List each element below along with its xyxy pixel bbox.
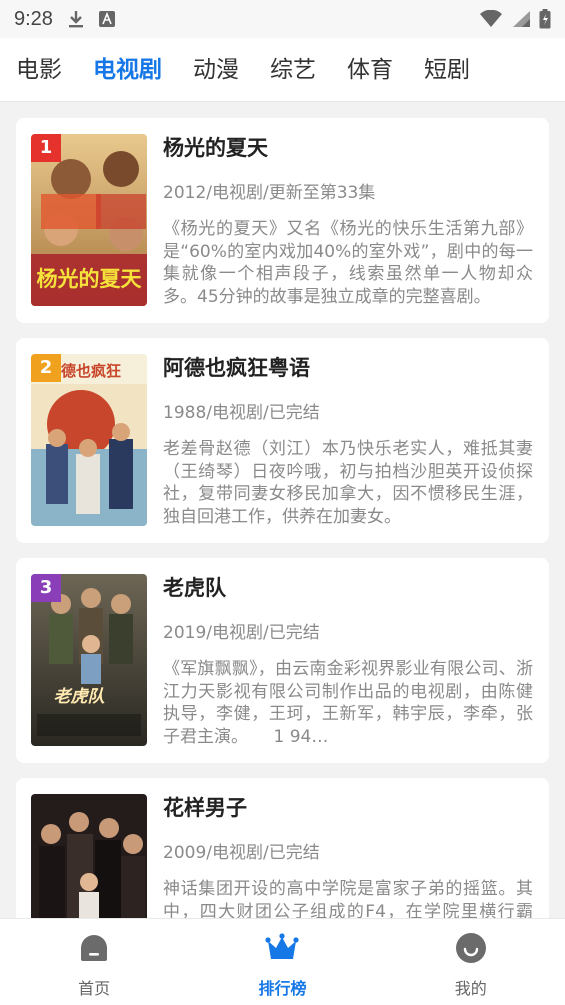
tab-short-drama[interactable]: 短剧 [424, 38, 470, 102]
wifi-icon [479, 10, 503, 28]
poster-title-text: 杨光的夏天 [37, 266, 143, 291]
poster-image: 德也疯狂 2 [31, 354, 147, 526]
nav-mine-label: 我的 [454, 979, 487, 998]
nav-ranking-label: 排行榜 [258, 979, 307, 998]
item-description: 《杨光的夏天》又名《杨光的快乐生活第九部》是“60%的室内戏加40%的室外戏”，… [163, 219, 533, 307]
item-description: 老差骨赵德（刘江）本乃快乐老实人，难抵其妻（王绮琴）日夜吟哦，初与拍档沙胆英开设… [163, 439, 533, 527]
item-title: 花样男子 [163, 796, 247, 820]
tab-variety[interactable]: 综艺 [270, 38, 316, 102]
status-time: 9:28 [14, 7, 53, 30]
nav-ranking[interactable]: 排行榜 [212, 919, 352, 999]
nav-mine[interactable]: 我的 [401, 919, 541, 999]
rank-badge: 3 [31, 574, 61, 602]
ranking-list: 杨光的夏天 1 杨光的夏天 2012/电视剧/更新至第33集 《杨光的夏天》又名… [16, 118, 549, 998]
tab-anime[interactable]: 动漫 [193, 38, 239, 102]
battery-icon [539, 9, 551, 29]
item-meta: 2012/电视剧/更新至第33集 [163, 183, 376, 203]
profile-icon [454, 931, 488, 965]
crown-icon [265, 931, 300, 965]
tab-movie[interactable]: 电影 [16, 38, 62, 102]
category-tabs: 电影 电视剧 动漫 综艺 体育 短剧 [0, 38, 565, 102]
download-icon [67, 9, 85, 29]
tab-sports[interactable]: 体育 [347, 38, 393, 102]
poster-title-text: 德也疯狂 [61, 362, 121, 380]
list-item[interactable]: 老虎队 3 老虎队 2019/电视剧/已完结 《军旗飘飘》，由云南金彩视界影业有… [16, 558, 549, 763]
rank-badge: 2 [31, 354, 61, 382]
item-title: 老虎队 [163, 576, 226, 600]
signal-icon [511, 10, 531, 28]
item-title: 杨光的夏天 [163, 136, 268, 160]
tab-tv-series[interactable]: 电视剧 [93, 38, 162, 102]
nav-home[interactable]: 首页 [24, 919, 164, 999]
nav-home-label: 首页 [78, 979, 111, 998]
poster-title-text: 老虎队 [54, 687, 106, 707]
item-title: 阿德也疯狂粤语 [163, 356, 310, 380]
status-bar: 9:28 [0, 0, 565, 38]
item-meta: 2009/电视剧/已完结 [163, 843, 320, 863]
rank-badge: 1 [31, 134, 61, 162]
home-icon [77, 931, 111, 965]
a-icon [98, 11, 115, 27]
bottom-navigation: 首页 排行榜 我的 [0, 918, 565, 1005]
item-meta: 2019/电视剧/已完结 [163, 623, 320, 643]
list-item[interactable]: 德也疯狂 2 阿德也疯狂粤语 1988/电视剧/已完结 老差骨赵德（刘江）本乃快… [16, 338, 549, 543]
poster-image: 老虎队 3 [31, 574, 147, 746]
item-meta: 1988/电视剧/已完结 [163, 403, 320, 423]
item-description: 《军旗飘飘》，由云南金彩视界影业有限公司、浙江力天影视有限公司制作出品的电视剧，… [163, 659, 533, 747]
poster-image: 杨光的夏天 1 [31, 134, 147, 306]
list-item[interactable]: 杨光的夏天 1 杨光的夏天 2012/电视剧/更新至第33集 《杨光的夏天》又名… [16, 118, 549, 323]
